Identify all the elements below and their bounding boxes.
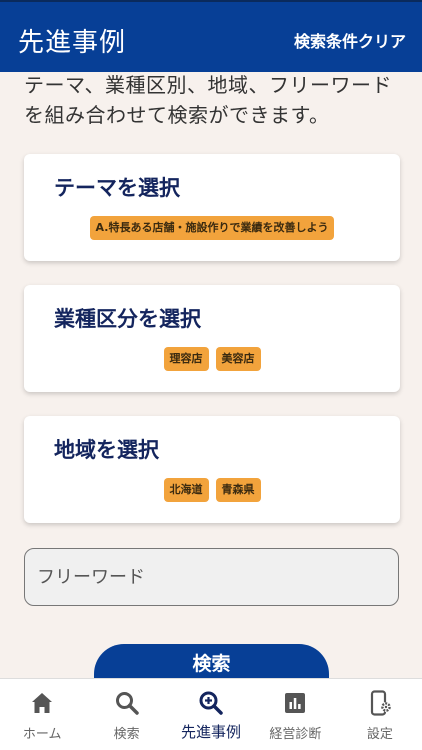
region-chip: 北海道 <box>163 478 209 502</box>
theme-select-card[interactable]: テーマを選択 A.特長ある店舗・施設作りで業績を改善しよう <box>24 154 400 261</box>
tab-search-label: 検索 <box>113 727 140 742</box>
theme-chips: A.特長ある店舗・施設作りで業績を改善しよう <box>24 216 400 240</box>
region-select-card[interactable]: 地域を選択 北海道 青森県 <box>24 416 400 523</box>
tab-search[interactable]: 検索 <box>84 679 168 750</box>
page-title: 先進事例 <box>18 28 127 58</box>
app-header: 先進事例 検索条件クリア <box>0 0 422 72</box>
tab-case-studies-label: 先進事例 <box>181 723 242 741</box>
industry-select-card[interactable]: 業種区分を選択 理容店 美容店 <box>24 285 400 392</box>
tab-settings-label: 設定 <box>366 727 393 742</box>
industry-chips: 理容店 美容店 <box>24 347 400 371</box>
bar-chart-icon <box>285 693 306 713</box>
tab-home-label: ホーム <box>22 727 62 742</box>
tab-home[interactable]: ホーム <box>0 679 84 750</box>
tab-diagnosis[interactable]: 経営診断 <box>253 679 337 750</box>
theme-chip: A.特長ある店舗・施設作りで業績を改善しよう <box>89 216 335 240</box>
industry-chip: 理容店 <box>163 347 209 371</box>
freeword-input[interactable] <box>24 548 399 606</box>
bottom-tab-bar: ホーム 検索 先進事例 経営診断 設定 <box>0 678 422 750</box>
industry-card-title: 業種区分を選択 <box>54 307 201 331</box>
region-card-title: 地域を選択 <box>54 438 159 462</box>
clear-conditions-button[interactable]: 検索条件クリア <box>294 28 406 52</box>
phone-settings-icon <box>370 690 391 716</box>
tab-diagnosis-label: 経営診断 <box>269 727 322 742</box>
tab-settings[interactable]: 設定 <box>338 679 422 750</box>
intro-text: テーマ、業種区別、地域、フリーワードを組み合わせて検索ができます。 <box>24 73 392 127</box>
region-chip: 青森県 <box>215 478 261 502</box>
tab-case-studies[interactable]: 先進事例 <box>169 679 253 750</box>
zoom-in-icon <box>199 691 223 715</box>
industry-chip: 美容店 <box>215 347 261 371</box>
home-icon <box>32 693 53 713</box>
theme-card-title: テーマを選択 <box>54 176 180 200</box>
region-chips: 北海道 青森県 <box>24 478 400 502</box>
search-icon <box>115 692 139 715</box>
